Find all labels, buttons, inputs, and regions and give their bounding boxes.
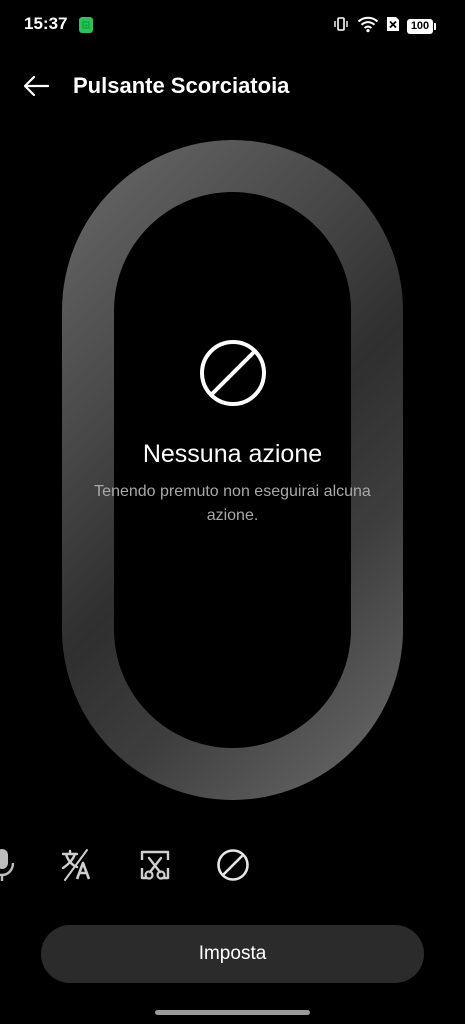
option-no-action[interactable]	[213, 845, 253, 885]
home-indicator[interactable]	[155, 1010, 310, 1015]
page-title: Pulsante Scorciatoia	[73, 73, 290, 98]
status-icons: 100	[332, 15, 436, 38]
arrow-left-icon	[23, 75, 50, 97]
action-title: Nessuna azione	[142, 440, 323, 468]
app-notification-icon	[79, 17, 93, 33]
vibrate-icon	[332, 15, 350, 38]
option-translate[interactable]	[57, 845, 97, 885]
option-voice-assistant[interactable]	[0, 845, 22, 885]
status-time: 15:37	[24, 14, 68, 33]
wifi-icon	[357, 15, 379, 38]
screenshot-scissors-icon	[140, 850, 170, 880]
no-action-icon	[217, 849, 249, 881]
action-description: Tenendo premuto non eseguirai alcuna azi…	[94, 483, 371, 524]
microphone-icon	[0, 849, 15, 881]
shortcut-button-preview: Nessuna azione Tenendo premuto non esegu…	[62, 140, 403, 800]
status-bar: 15:37 100	[0, 0, 465, 52]
app-header: Pulsante Scorciatoia	[0, 62, 465, 110]
set-button[interactable]: Imposta	[41, 925, 424, 983]
sim-off-icon	[386, 16, 400, 37]
battery-icon: 100	[407, 18, 436, 34]
no-action-icon	[200, 340, 266, 406]
translate-icon	[61, 849, 91, 881]
preview-inner-area	[114, 192, 351, 748]
back-button[interactable]	[16, 68, 56, 104]
option-screenshot[interactable]	[135, 845, 175, 885]
